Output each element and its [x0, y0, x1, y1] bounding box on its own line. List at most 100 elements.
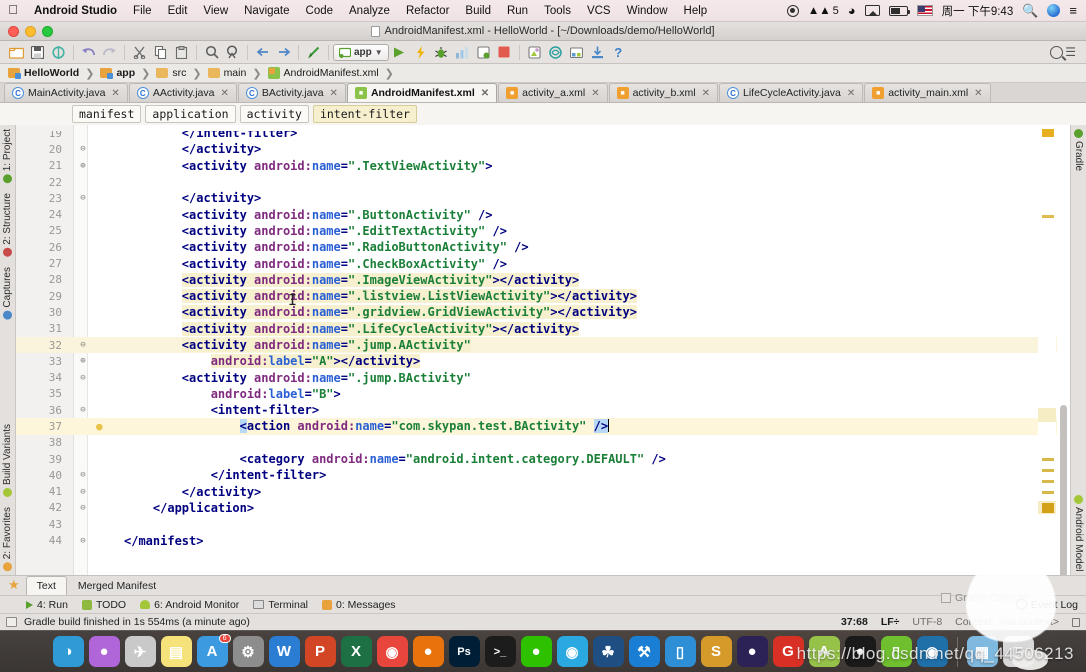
- menu-window[interactable]: Window: [619, 5, 676, 17]
- editor-scrollbar-track[interactable]: [1057, 125, 1070, 575]
- copy-icon[interactable]: [150, 43, 171, 62]
- dock-icon-sourcetree[interactable]: ☘: [592, 636, 624, 667]
- dock-icon-iterm[interactable]: >_: [484, 636, 516, 667]
- dock-icon-simulator[interactable]: ▯: [664, 636, 696, 667]
- caret-position[interactable]: 37:68: [841, 616, 868, 628]
- dock-icon-eclipse[interactable]: ●: [736, 636, 768, 667]
- breadcrumb-item-src[interactable]: src ❯: [156, 67, 207, 80]
- intention-bulb-icon[interactable]: ●: [96, 420, 103, 433]
- code-line[interactable]: 35 android:label="B">: [16, 386, 1070, 402]
- dock-icon-photoshop[interactable]: Ps: [448, 636, 480, 667]
- sidebar-item-gradle[interactable]: Gradle: [1073, 129, 1084, 171]
- code-line[interactable]: 32 ⊖ <activity android:name=".jump.AActiv…: [16, 336, 1070, 354]
- apple-menu-icon[interactable]: : [0, 3, 26, 18]
- close-tab-icon[interactable]: ✕: [974, 88, 982, 99]
- code-line[interactable]: 34 ⊖ <activity android:name=".jump.BActiv…: [16, 369, 1070, 385]
- menu-app-name[interactable]: Android Studio: [26, 5, 125, 17]
- last-edit-location-icon[interactable]: [303, 43, 324, 62]
- spotlight-search-icon[interactable]: 🔍: [1022, 3, 1038, 19]
- dock-icon-powerpoint[interactable]: P: [304, 636, 336, 667]
- read-only-lock-icon[interactable]: [1072, 617, 1080, 627]
- dock-icon-firefox[interactable]: ●: [412, 636, 444, 667]
- redo-icon[interactable]: [99, 43, 120, 62]
- battery-icon[interactable]: [888, 5, 910, 16]
- code-line[interactable]: 22: [16, 174, 1070, 190]
- menu-view[interactable]: View: [195, 5, 236, 17]
- sidebar-item-project[interactable]: 1: Project: [2, 129, 13, 184]
- dock-icon-siri[interactable]: ●: [88, 636, 120, 667]
- run-button-icon[interactable]: [389, 43, 410, 62]
- file-encoding[interactable]: UTF-8: [912, 616, 942, 628]
- dock-icon-finder[interactable]: ◑: [52, 636, 84, 667]
- fold-toggle-icon[interactable]: ⊕: [78, 356, 88, 366]
- notification-center-icon[interactable]: ≡: [1069, 3, 1077, 18]
- dock-icon-safari[interactable]: ◉: [556, 636, 588, 667]
- wifi-icon[interactable]: ◕: [848, 3, 856, 18]
- tab-bactivity-java[interactable]: C BActivity.java ✕: [237, 83, 346, 102]
- breadcrumb-item-helloworld[interactable]: HelloWorld ❯: [8, 67, 100, 80]
- dock-icon-wechat[interactable]: ●: [520, 636, 552, 667]
- menu-edit[interactable]: Edit: [160, 5, 196, 17]
- fold-toggle-icon[interactable]: ⊖: [78, 536, 88, 546]
- menu-code[interactable]: Code: [298, 5, 342, 17]
- menu-run[interactable]: Run: [499, 5, 536, 17]
- tab-androidmanifest-xml[interactable]: ■ AndroidManifest.xml ✕: [346, 83, 498, 102]
- sidebar-item-build-variants[interactable]: Build Variants: [2, 424, 13, 497]
- dock-icon-system-preferences[interactable]: ⚙: [232, 636, 264, 667]
- settings-menu-icon[interactable]: ☰: [1065, 45, 1076, 59]
- apply-changes-icon[interactable]: [410, 43, 431, 62]
- close-tab-icon[interactable]: ✕: [111, 88, 119, 99]
- tool-messages[interactable]: 0: Messages: [322, 599, 396, 611]
- xml-crumb-activity[interactable]: activity: [239, 105, 309, 123]
- open-project-icon[interactable]: [6, 43, 27, 62]
- breadcrumb-item-main[interactable]: main ❯: [207, 67, 268, 80]
- stop-icon[interactable]: [494, 43, 515, 62]
- sync-project-icon[interactable]: [48, 43, 69, 62]
- find-icon[interactable]: [201, 43, 222, 62]
- forward-icon[interactable]: [273, 43, 294, 62]
- screen-record-icon[interactable]: [786, 4, 799, 17]
- close-tab-icon[interactable]: ✕: [591, 88, 599, 99]
- attach-debugger-icon[interactable]: [473, 43, 494, 62]
- sync-gradle-icon[interactable]: [587, 43, 608, 62]
- code-editor[interactable]: 19 </intent-filter> 20 ⊖ </activity> 21 ⊕ <a…: [16, 125, 1070, 575]
- line-separator[interactable]: LF÷: [881, 616, 900, 628]
- tab-aactivity-java[interactable]: C AActivity.java ✕: [128, 83, 237, 102]
- menu-navigate[interactable]: Navigate: [236, 5, 297, 17]
- project-structure-icon[interactable]: [566, 43, 587, 62]
- dock-icon-launchpad[interactable]: ✈: [124, 636, 156, 667]
- avd-manager-icon[interactable]: [524, 43, 545, 62]
- close-tab-icon[interactable]: ✕: [847, 88, 855, 99]
- airplay-icon[interactable]: [864, 5, 880, 16]
- dock-icon-excel[interactable]: X: [340, 636, 372, 667]
- code-line[interactable]: 23 ⊖ </activity>: [16, 190, 1070, 206]
- menu-bar-clock[interactable]: 周一 下午9:43: [942, 3, 1014, 19]
- sidebar-item-favorites[interactable]: 2: Favorites: [2, 507, 13, 571]
- fold-toggle-icon[interactable]: ⊖: [78, 144, 88, 154]
- run-configuration-selector[interactable]: app ▼: [333, 43, 389, 61]
- code-line[interactable]: 30 <activity android:name=".gridview.Gri…: [16, 304, 1070, 320]
- undo-icon[interactable]: [78, 43, 99, 62]
- xml-crumb-manifest[interactable]: manifest: [72, 105, 142, 123]
- fold-toggle-icon[interactable]: ⊖: [78, 503, 88, 513]
- paste-icon[interactable]: [171, 43, 192, 62]
- code-line[interactable]: 33 ⊕ android:label="A"></activity>: [16, 353, 1070, 369]
- breadcrumb-item-app[interactable]: app ❯: [100, 67, 156, 80]
- code-line[interactable]: 41 ⊖ </activity>: [16, 484, 1070, 500]
- menu-file[interactable]: File: [125, 5, 160, 17]
- code-line[interactable]: 25 <activity android:name=".EditTextActi…: [16, 223, 1070, 239]
- tab-activity-b-xml[interactable]: ■ activity_b.xml ✕: [608, 83, 718, 102]
- code-line[interactable]: 20 ⊖ </activity>: [16, 141, 1070, 157]
- dock-icon-app-store[interactable]: A6: [196, 634, 231, 667]
- tool-run[interactable]: 4: Run: [26, 599, 68, 611]
- sidebar-item-captures[interactable]: Captures: [2, 267, 13, 320]
- save-all-icon[interactable]: [27, 43, 48, 62]
- code-line[interactable]: 29 <activity android:name=".listview.Lis…: [16, 288, 1070, 304]
- tool-terminal[interactable]: Terminal: [253, 599, 308, 611]
- menu-help[interactable]: Help: [676, 5, 716, 17]
- footer-tab-text[interactable]: Text: [25, 576, 67, 595]
- tab-lifecycleactivity-java[interactable]: C LifeCycleActivity.java ✕: [718, 83, 864, 102]
- dock-icon-notes[interactable]: ▤: [160, 636, 192, 667]
- close-tab-icon[interactable]: ✕: [330, 88, 338, 99]
- menu-analyze[interactable]: Analyze: [341, 5, 398, 17]
